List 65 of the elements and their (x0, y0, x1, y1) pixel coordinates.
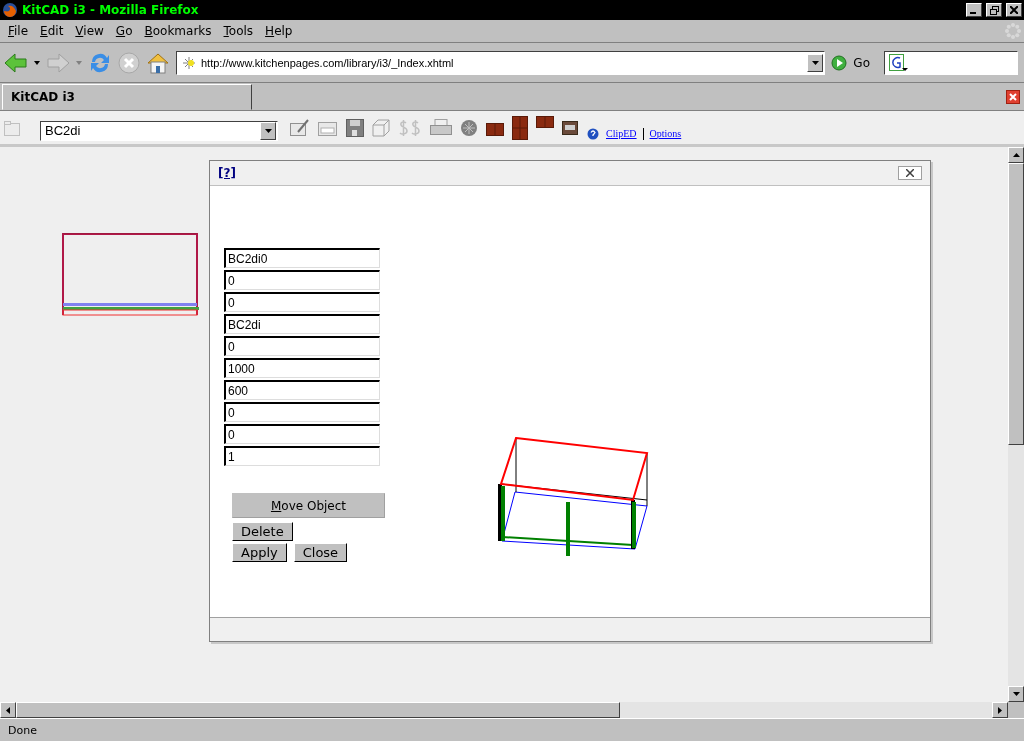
minimize-button[interactable] (966, 3, 982, 17)
delete-button[interactable]: Delete (232, 522, 293, 541)
input-field[interactable]: 0 (224, 424, 380, 444)
input-field[interactable]: 1000 (224, 358, 380, 378)
toolbar-link[interactable]: ClipED (606, 128, 637, 139)
menu-item[interactable]: Bookmarks (138, 24, 218, 38)
go-label[interactable]: Go (853, 55, 870, 70)
input-field[interactable]: 0 (224, 270, 380, 290)
close-tab-icon[interactable] (1006, 90, 1020, 104)
scroll-down-button[interactable] (1008, 686, 1024, 702)
select-dropdown-button[interactable] (260, 121, 276, 140)
firefox-logo-icon (2, 2, 18, 18)
window-title: KitCAD i3 - Mozilla Firefox (22, 3, 200, 17)
menu-item[interactable]: View (69, 24, 110, 38)
scroll-up-button[interactable] (1008, 147, 1024, 163)
menu-item[interactable]: Go (109, 24, 139, 38)
right-arrow-icon (998, 706, 1002, 714)
input-field[interactable]: 0 (224, 336, 380, 356)
drawer-icon[interactable] (562, 120, 578, 135)
dropdown-caret-icon[interactable] (34, 60, 40, 65)
horizontal-scrollbar-thumb[interactable] (16, 702, 620, 718)
menu-item[interactable]: Help (259, 24, 299, 38)
input-field[interactable]: 1 (224, 446, 380, 466)
address-text: http://www.kitchenpages.com/library/i3/_Index.xhtml (201, 56, 455, 69)
throbber-icon (1004, 22, 1022, 40)
input-field[interactable]: 600 (224, 380, 380, 400)
tall-cabinet-icon[interactable] (512, 115, 528, 140)
browser-tab[interactable]: KitCAD i3 (2, 84, 252, 110)
edit-pencil-icon[interactable] (290, 118, 310, 137)
round-grille-icon[interactable] (460, 118, 478, 137)
page-sparkle-icon (181, 54, 197, 71)
input-field[interactable]: BC2di (224, 314, 380, 334)
dialog-close-button[interactable] (898, 166, 922, 180)
move-object-button[interactable]: Move Object (232, 493, 385, 518)
address-field[interactable]: http://www.kitchenpages.com/library/i3/_Index.xhtml (176, 50, 826, 75)
address-dropdown-button[interactable] (807, 53, 824, 72)
input-field[interactable]: BC2di0 (224, 248, 380, 268)
caret-icon (811, 60, 819, 65)
caret-icon (264, 128, 272, 133)
status-text: Done (7, 723, 38, 737)
scroll-left-button[interactable] (0, 702, 16, 718)
left-arrow-icon (6, 706, 10, 714)
toolbar-link[interactable]: Options (649, 128, 682, 139)
close-icon (1010, 6, 1018, 14)
restore-icon (989, 5, 999, 15)
object-select[interactable]: BC2di (40, 120, 278, 141)
down-arrow-icon (1012, 692, 1020, 696)
search-engine-icon[interactable] (889, 53, 909, 72)
close-button[interactable] (1006, 3, 1022, 17)
help-icon[interactable] (586, 127, 600, 140)
printer-icon[interactable] (430, 118, 452, 137)
input-field[interactable]: 0 (224, 292, 380, 312)
up-arrow-icon (1012, 153, 1020, 157)
vertical-scrollbar-thumb[interactable] (1008, 163, 1024, 445)
scroll-right-button[interactable] (992, 702, 1008, 718)
close-icon (906, 169, 914, 177)
apply-button[interactable]: Apply (232, 543, 287, 562)
menu-item[interactable]: Tools (217, 24, 260, 38)
help-link[interactable]: [?] (218, 166, 236, 180)
menu-item[interactable]: File (2, 24, 35, 38)
menu-item[interactable]: Edit (34, 24, 70, 38)
search-field[interactable] (884, 50, 1018, 75)
restore-button[interactable] (986, 3, 1002, 17)
input-field[interactable]: 0 (224, 402, 380, 422)
close-dialog-button[interactable]: Close (293, 543, 348, 562)
